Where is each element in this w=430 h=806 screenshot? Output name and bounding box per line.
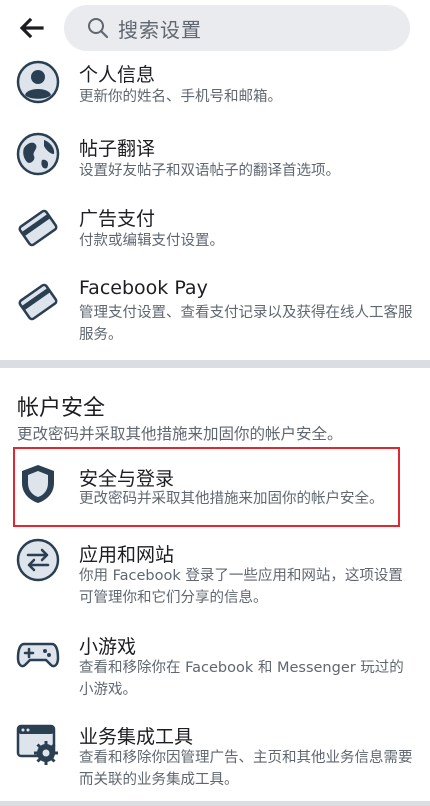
item-description: 管理支付设置、查看支付记录以及获得在线人工客服服务。 — [79, 305, 413, 343]
item-description: 查看和移除你在 Facebook 和 Messenger 玩过的小游戏。 — [79, 660, 404, 698]
settings-item-apps-websites[interactable]: 应用和网站 你用 Facebook 登录了一些应用和网站，这项设置可管理你和它们… — [0, 536, 430, 610]
item-title: 个人信息 — [79, 64, 156, 86]
section-title: 帐户安全 — [17, 396, 106, 421]
person-icon — [16, 60, 60, 104]
settings-window-icon — [16, 724, 58, 765]
section-divider — [0, 360, 430, 368]
highlight-box — [13, 447, 400, 527]
credit-card-icon — [18, 209, 58, 247]
credit-card-icon — [18, 283, 58, 321]
item-description: 查看和移除你因管理广告、主页和其他业务信息需要而关联的业务集成工具。 — [79, 750, 413, 788]
item-description: 更新你的姓名、手机号和邮箱。 — [79, 89, 282, 105]
settings-item-mini-games[interactable]: 小游戏 查看和移除你在 Facebook 和 Messenger 玩过的小游戏。 — [0, 628, 430, 702]
search-input[interactable]: 搜索设置 — [64, 5, 410, 51]
settings-item-personal-info[interactable]: 个人信息 更新你的姓名、手机号和邮箱。 — [0, 56, 430, 118]
search-icon — [88, 18, 109, 39]
gamepad-icon — [16, 642, 60, 668]
item-description: 你用 Facebook 登录了一些应用和网站，这项设置可管理你和它们分享的信息。 — [79, 568, 403, 606]
item-title: 业务集成工具 — [79, 726, 194, 748]
top-bar: 搜索设置 — [0, 0, 430, 56]
item-title: 小游戏 — [79, 636, 137, 658]
item-description: 付款或编辑支付设置。 — [79, 233, 224, 249]
section-subtitle: 更改密码并采取其他措施来加固你的帐户安全。 — [17, 425, 343, 443]
item-title: 广告支付 — [79, 208, 156, 230]
item-description: 设置好友帖子和双语帖子的翻译首选项。 — [79, 163, 340, 179]
back-button[interactable] — [14, 12, 48, 44]
item-title: 应用和网站 — [79, 544, 175, 566]
settings-item-post-translation[interactable]: 帖子翻译 设置好友帖子和双语帖子的翻译首选项。 — [0, 128, 430, 190]
bottom-divider — [0, 801, 430, 806]
settings-item-business-integrations[interactable]: 业务集成工具 查看和移除你因管理广告、主页和其他业务信息需要而关联的业务集成工具… — [0, 720, 430, 794]
globe-icon — [16, 132, 60, 176]
back-arrow-icon — [19, 17, 44, 39]
item-title: 帖子翻译 — [79, 138, 156, 160]
search-placeholder: 搜索设置 — [118, 17, 202, 42]
settings-item-ad-payment[interactable]: 广告支付 付款或编辑支付设置。 — [0, 200, 430, 262]
settings-item-facebook-pay[interactable]: Facebook Pay 管理支付设置、查看支付记录以及获得在线人工客服服务。 — [0, 274, 430, 350]
item-title: Facebook Pay — [79, 277, 208, 299]
swap-arrows-icon — [16, 538, 60, 582]
